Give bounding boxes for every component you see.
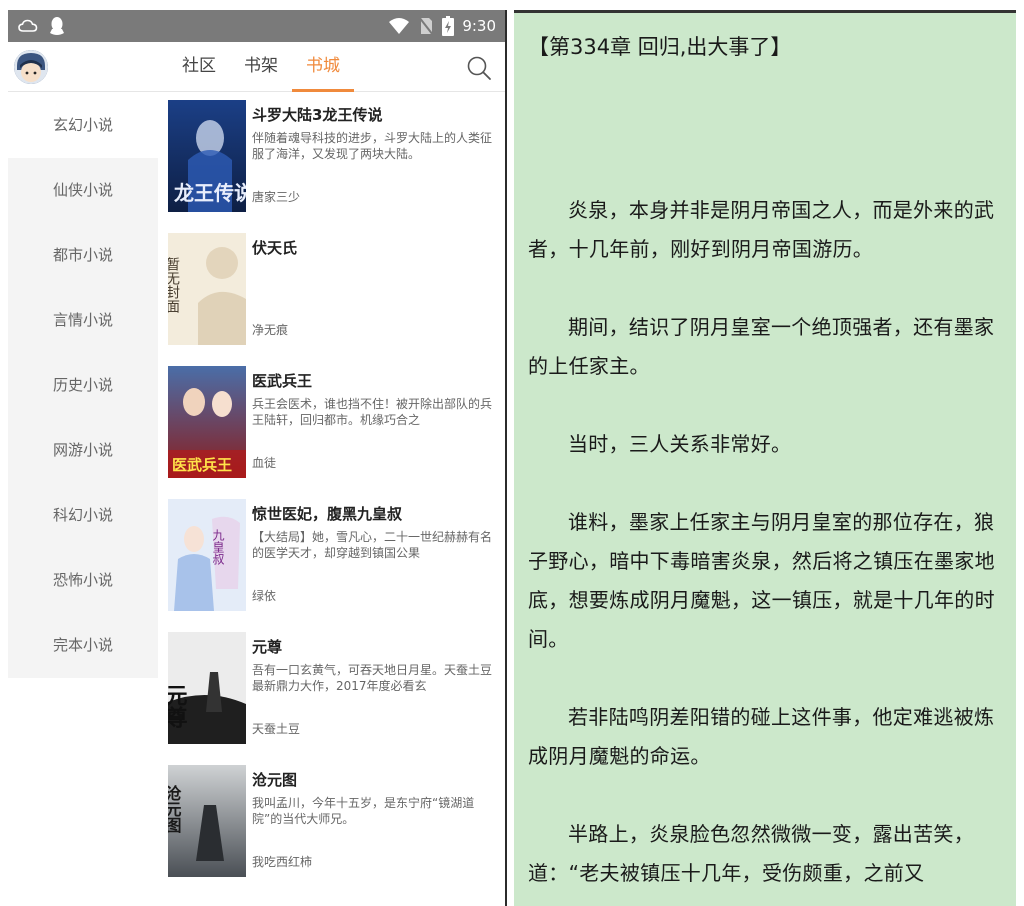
book-cover-text: 沧元图 bbox=[168, 784, 182, 834]
user-avatar[interactable] bbox=[14, 50, 48, 84]
reader-paragraph: 半路上，炎泉脸色忽然微微一变，露出苦笑，道：“老夫被镇压十几年，受伤颇重，之前又 bbox=[528, 822, 974, 885]
search-icon bbox=[467, 56, 491, 80]
reader-paragraph: 谁料，墨家上任家主与阴月皇室的那位存在，狼子野心，暗中下毒暗害炎泉，然后将之镇压… bbox=[528, 510, 995, 651]
book-list-item[interactable]: 医武兵王 医武兵王 兵王会医术，谁也挡不住！被开除出部队的兵王陆轩，回归都市。机… bbox=[168, 366, 500, 499]
book-author: 血徒 bbox=[252, 456, 277, 470]
status-time: 9:30 bbox=[462, 17, 496, 35]
book-author: 净无痕 bbox=[252, 323, 289, 337]
book-description: 吾有一口玄黄气，可吞天地日月星。天蚕土豆最新鼎力大作，2017年度必看玄 bbox=[252, 663, 492, 693]
category-item-wangyou[interactable]: 网游小说 bbox=[8, 418, 158, 483]
weather-icon bbox=[18, 19, 38, 32]
book-cover: 龙王传说 bbox=[168, 100, 246, 212]
reader-paragraph: 期间，结识了阴月皇室一个绝顶强者，还有墨家的上任家主。 bbox=[528, 315, 995, 378]
book-description: 我叫孟川，今年十五岁，是东宁府“镜湖道院”的当代大师兄。 bbox=[252, 796, 475, 826]
book-title: 伏天氏 bbox=[252, 239, 298, 257]
book-title: 沧元图 bbox=[252, 771, 298, 789]
top-nav-bar: 社区 书架 书城 bbox=[8, 42, 506, 92]
book-author: 我吃西红柿 bbox=[252, 855, 313, 869]
book-list-item[interactable]: 龙王传说 斗罗大陆3龙王传说 伴随着魂导科技的进步，斗罗大陆上的人类征服了海洋，… bbox=[168, 100, 500, 233]
category-item-xianxia[interactable]: 仙侠小说 bbox=[8, 158, 158, 223]
book-cover: 元尊 bbox=[168, 632, 246, 744]
book-list: 龙王传说 斗罗大陆3龙王传说 伴随着魂导科技的进步，斗罗大陆上的人类征服了海洋，… bbox=[168, 100, 500, 898]
category-item-dushi[interactable]: 都市小说 bbox=[8, 223, 158, 288]
status-bar: 9:30 bbox=[8, 10, 506, 42]
category-item-kongbu[interactable]: 恐怖小说 bbox=[8, 548, 158, 613]
book-list-item[interactable]: 九皇叔 惊世医妃，腹黑九皇叔 【大结局】她，雪凡心，二十一世纪赫赫有名的医学天才… bbox=[168, 499, 500, 632]
category-item-kehuan[interactable]: 科幻小说 bbox=[8, 483, 158, 548]
category-item-lishi[interactable]: 历史小说 bbox=[8, 353, 158, 418]
category-item-wanben[interactable]: 完本小说 bbox=[8, 613, 158, 678]
chapter-title: 【第334章 回归,出大事了】 bbox=[528, 35, 792, 59]
book-title: 元尊 bbox=[252, 638, 283, 656]
book-list-item[interactable]: 元尊 元尊 吾有一口玄黄气，可吞天地日月星。天蚕土豆最新鼎力大作，2017年度必… bbox=[168, 632, 500, 765]
screen-divider bbox=[505, 10, 507, 906]
book-author: 唐家三少 bbox=[252, 190, 301, 204]
book-cover-text: 医武兵王 bbox=[172, 456, 232, 474]
book-title: 医武兵王 bbox=[252, 372, 313, 390]
book-title: 惊世医妃，腹黑九皇叔 bbox=[252, 505, 403, 523]
book-cover-text: 龙王传说 bbox=[174, 181, 246, 205]
book-description: 伴随着魂导科技的进步，斗罗大陆上的人类征服了海洋，又发现了两块大陆。 bbox=[252, 131, 492, 161]
book-cover: 沧元图 bbox=[168, 765, 246, 877]
tab-community[interactable]: 社区 bbox=[168, 42, 230, 92]
book-cover-text: 暂无封面 bbox=[168, 257, 180, 313]
book-cover-text: 九皇叔 bbox=[211, 529, 225, 565]
book-cover: 暂无封面 bbox=[168, 233, 246, 345]
tab-bookstore[interactable]: 书城 bbox=[292, 42, 354, 92]
bookstore-screen: 9:30 社区 书架 书城 玄幻小说 仙侠小说 都市小说 言情小说 历史小说 网… bbox=[8, 10, 506, 906]
reader-paragraph: 当时，三人关系非常好。 bbox=[568, 432, 792, 456]
search-button[interactable] bbox=[466, 55, 492, 81]
book-list-item[interactable]: 沧元图 沧元图 我叫孟川，今年十五岁，是东宁府“镜湖道院”的当代大师兄。 我吃西… bbox=[168, 765, 500, 898]
category-item-yanqing[interactable]: 言情小说 bbox=[8, 288, 158, 353]
book-title: 斗罗大陆3龙王传说 bbox=[252, 106, 383, 124]
reader-paragraph: 炎泉，本身并非是阴月帝国之人，而是外来的武者，十几年前，刚好到阴月帝国游历。 bbox=[528, 198, 995, 261]
category-item-xuanhuan[interactable]: 玄幻小说 bbox=[8, 93, 158, 158]
book-cover: 医武兵王 bbox=[168, 366, 246, 478]
category-sidebar: 玄幻小说 仙侠小说 都市小说 言情小说 历史小说 网游小说 科幻小说 恐怖小说 … bbox=[8, 93, 158, 678]
tab-bookshelf[interactable]: 书架 bbox=[230, 42, 292, 92]
battery-icon bbox=[442, 16, 455, 36]
book-cover: 九皇叔 bbox=[168, 499, 246, 611]
reader-paragraph: 若非陆鸣阴差阳错的碰上这件事，他定难逃被炼成阴月魔魁的命运。 bbox=[528, 705, 995, 768]
avatar-icon bbox=[14, 50, 48, 84]
reader-screen[interactable]: 【第334章 回归,出大事了】 炎泉，本身并非是阴月帝国之人，而是外来的武者，十… bbox=[514, 10, 1016, 906]
book-author: 天蚕土豆 bbox=[252, 722, 301, 736]
nav-tabs: 社区 书架 书城 bbox=[168, 42, 354, 92]
wifi-icon bbox=[389, 18, 410, 34]
book-description: 【大结局】她，雪凡心，二十一世纪赫赫有名的医学天才，却穿越到镇国公果 bbox=[252, 530, 492, 560]
book-cover-text: 元尊 bbox=[168, 684, 188, 728]
book-description: 兵王会医术，谁也挡不住！被开除出部队的兵王陆轩，回归都市。机缘巧合之 bbox=[252, 397, 492, 427]
book-author: 绿依 bbox=[252, 589, 277, 603]
reader-content[interactable]: 炎泉，本身并非是阴月帝国之人，而是外来的武者，十几年前，刚好到阴月帝国游历。 期… bbox=[528, 191, 998, 906]
qq-icon bbox=[50, 17, 64, 35]
book-list-item[interactable]: 暂无封面 伏天氏 净无痕 bbox=[168, 233, 500, 366]
no-sim-icon bbox=[418, 16, 435, 36]
